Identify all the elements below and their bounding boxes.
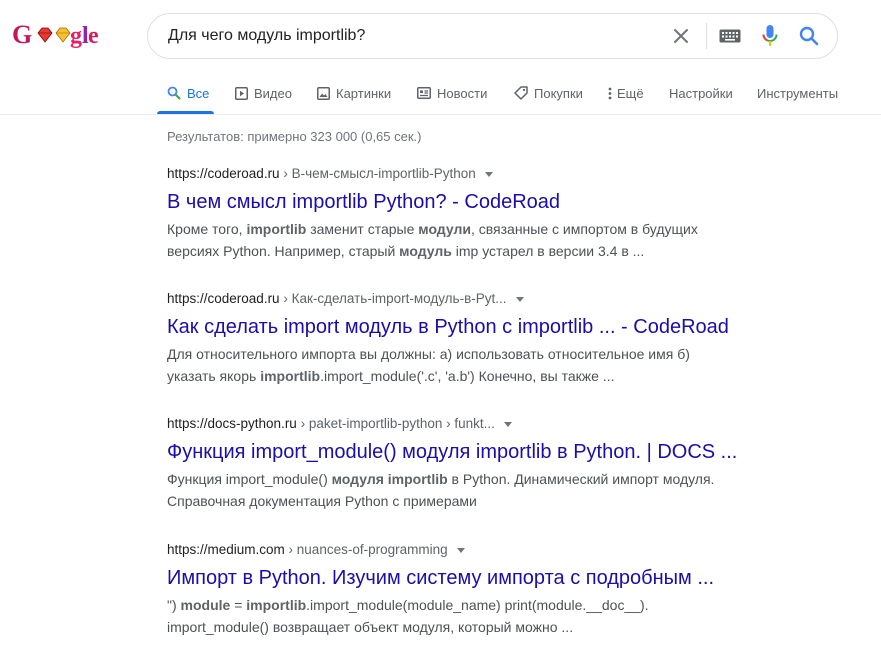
svg-text:G: G	[12, 20, 32, 49]
snippet-text: Для относительного импорта вы должны: а)…	[167, 346, 690, 362]
result-domain: https://coderoad.ru	[167, 291, 280, 306]
more-vert-icon	[608, 87, 612, 99]
snippet-line: Функция import_module() модуля importlib…	[167, 468, 807, 490]
search-input[interactable]: Для чего модуль importlib?	[168, 14, 365, 58]
result-domain: https://docs-python.ru	[167, 416, 297, 431]
snippet-text: в Python. Динамический импорт модуля.	[447, 471, 715, 487]
tab-tools[interactable]: Инструменты	[757, 78, 838, 108]
result-url[interactable]: https://coderoad.ru › В-чем-смысл-import…	[167, 164, 807, 184]
tab-label: Все	[187, 85, 210, 101]
snippet-text: .import_module(module_name) print(module…	[306, 597, 649, 613]
result-title-link[interactable]: В чем смысл importlib Python? - CodeRoad	[167, 188, 807, 216]
result-url[interactable]: https://docs-python.ru › paket-importlib…	[167, 414, 807, 434]
snippet-highlight: модуль	[399, 243, 452, 259]
snippet-line: Кроме того, importlib заменит старые мод…	[167, 218, 807, 240]
snippet-text: Справочная документация Python с примера…	[167, 493, 477, 509]
result-title-link[interactable]: Функция import_module() модуля importlib…	[167, 438, 807, 466]
snippet-line: указать якорь importlib.import_module('.…	[167, 365, 807, 387]
snippet-text: import_module() возвращает объект модуля…	[167, 619, 574, 635]
search-result: https://coderoad.ru › Как-сделать-import…	[167, 289, 807, 387]
tab-more[interactable]: Ещё	[608, 78, 644, 108]
search-box-divider	[706, 23, 707, 49]
tab-label: Ещё	[617, 85, 644, 101]
snippet-text: imp устарел в версии 3.4 в ...	[451, 243, 645, 259]
snippet-text: ")	[167, 597, 181, 613]
snippet-text: =	[230, 597, 247, 613]
snippet-text: Функция import_module()	[167, 471, 332, 487]
result-snippet: Для относительного импорта вы должны: а)…	[167, 343, 807, 387]
snippet-text: версиях Python. Например, старый	[167, 243, 400, 259]
google-logo[interactable]: G g l e	[12, 16, 104, 52]
snippet-text: .import_module('.c', 'a.b') Конечно, вы …	[320, 368, 615, 384]
dropdown-caret-icon[interactable]	[503, 421, 512, 427]
tabs-divider	[0, 114, 881, 115]
tab-label: Видео	[254, 85, 292, 101]
tag-icon	[514, 86, 528, 100]
snippet-text: , связанные с импортом в будущих	[470, 221, 698, 237]
keyboard-icon[interactable]	[717, 23, 743, 49]
snippet-line: версиях Python. Например, старый модуль …	[167, 240, 807, 262]
tab-label: Настройки	[669, 85, 733, 101]
result-domain: https://medium.com	[167, 542, 285, 557]
tab-label: Новости	[437, 85, 488, 101]
snippet-highlight: importlib	[246, 221, 307, 237]
result-url[interactable]: https://medium.com › nuances-of-programm…	[167, 540, 807, 560]
result-domain: https://coderoad.ru	[167, 166, 280, 181]
dropdown-caret-icon[interactable]	[515, 296, 524, 302]
snippet-highlight: importlib	[260, 368, 321, 384]
search-result: https://coderoad.ru › В-чем-смысл-import…	[167, 164, 807, 262]
dropdown-caret-icon[interactable]	[456, 547, 465, 553]
result-path: › paket-importlib-python › funkt...	[296, 416, 495, 431]
snippet-line: Для относительного импорта вы должны: а)…	[167, 343, 807, 365]
video-icon	[235, 86, 248, 100]
tab-label: Покупки	[534, 85, 583, 101]
snippet-text: заменит старые	[306, 221, 419, 237]
result-path: › В-чем-смысл-importlib-Python	[279, 166, 476, 181]
snippet-line: Справочная документация Python с примера…	[167, 490, 807, 512]
search-icon	[167, 86, 181, 100]
result-path: › Как-сделать-import-модуль-в-Pyt...	[279, 291, 507, 306]
tab-video[interactable]: Видео	[235, 78, 292, 108]
tab-images[interactable]: Картинки	[317, 78, 391, 108]
snippet-text: указать якорь	[167, 368, 261, 384]
result-snippet: Кроме того, importlib заменит старые мод…	[167, 218, 807, 262]
search-icon[interactable]	[796, 23, 822, 49]
search-box[interactable]: Для чего модуль importlib?	[147, 13, 838, 59]
news-icon	[417, 87, 431, 99]
search-result: https://medium.com › nuances-of-programm…	[167, 540, 807, 638]
snippet-line: ") module = importlib.import_module(modu…	[167, 594, 807, 616]
result-title-link[interactable]: Как сделать import модуль в Python с imp…	[167, 313, 807, 341]
snippet-line: import_module() возвращает объект модуля…	[167, 616, 807, 638]
close-icon[interactable]	[668, 23, 694, 49]
result-title-link[interactable]: Импорт в Python. Изучим систему импорта …	[167, 564, 807, 592]
snippet-highlight: importlib	[246, 597, 307, 613]
result-url[interactable]: https://coderoad.ru › Как-сделать-import…	[167, 289, 807, 309]
snippet-highlight: модуля importlib	[331, 471, 448, 487]
tab-news[interactable]: Новости	[417, 78, 487, 108]
svg-text:g: g	[70, 23, 82, 49]
image-icon	[317, 86, 330, 100]
snippet-highlight: module	[180, 597, 231, 613]
tab-label: Картинки	[336, 85, 392, 101]
tab-all[interactable]: Все	[167, 78, 209, 108]
snippet-text: Кроме того,	[167, 221, 247, 237]
result-path: › nuances-of-programming	[284, 542, 448, 557]
dropdown-caret-icon[interactable]	[484, 171, 493, 177]
result-snippet: Функция import_module() модуля importlib…	[167, 468, 807, 512]
microphone-icon[interactable]	[757, 23, 783, 49]
result-stats: Результатов: примерно 323 000 (0,65 сек.…	[167, 129, 422, 144]
search-result: https://docs-python.ru › paket-importlib…	[167, 414, 807, 512]
snippet-highlight: модули	[418, 221, 471, 237]
tab-settings[interactable]: Настройки	[669, 78, 733, 108]
tab-shopping[interactable]: Покупки	[514, 78, 583, 108]
tab-label: Инструменты	[757, 85, 839, 101]
svg-text:e: e	[88, 23, 99, 49]
result-snippet: ") module = importlib.import_module(modu…	[167, 594, 807, 638]
